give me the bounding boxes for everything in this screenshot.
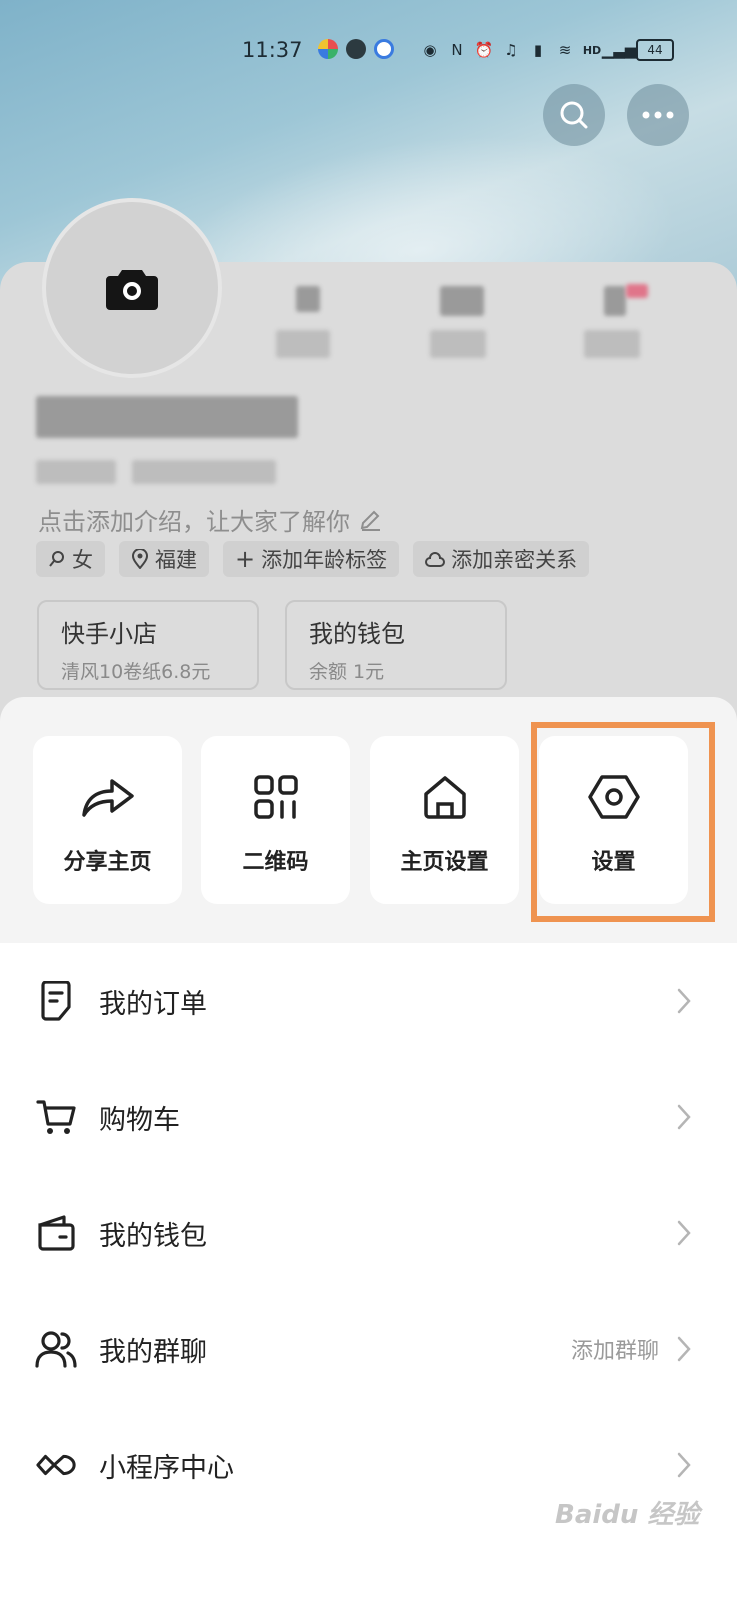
- chevron-right-icon: [677, 1335, 697, 1363]
- tag-label: 添加年龄标签: [261, 548, 388, 572]
- notification-icons: [318, 39, 394, 59]
- settings-highlight-box: [531, 722, 715, 922]
- status-bar: 11:37 ◉ N ⏰ ♫ ▮ ≋ HD ▁▃▅ 44: [0, 30, 737, 70]
- chevron-right-icon: [677, 987, 697, 1015]
- user-id-pixelated: [36, 460, 116, 484]
- username-pixelated: [36, 396, 298, 438]
- card-title: 快手小店: [61, 620, 157, 648]
- cart-icon: [35, 1096, 77, 1138]
- stat-count-pixelated: [440, 286, 484, 316]
- order-icon: [35, 980, 77, 1022]
- menu-item-wallet[interactable]: 我的钱包: [0, 1175, 737, 1291]
- card-subtitle: 清风10卷纸6.8元: [61, 661, 211, 683]
- menu-item-orders[interactable]: 我的订单: [0, 943, 737, 1059]
- chevron-right-icon: [677, 1451, 697, 1479]
- intro-text: 点击添加介绍，让大家了解你: [38, 508, 350, 536]
- add-intro-link[interactable]: 点击添加介绍，让大家了解你: [38, 502, 382, 537]
- mini-program-icon: [35, 1444, 77, 1486]
- qr-code-icon: [248, 772, 304, 822]
- wifi-icon: ≋: [558, 41, 572, 59]
- stat-label-pixelated: [276, 330, 330, 358]
- more-options-button[interactable]: [627, 84, 689, 146]
- share-icon: [80, 772, 136, 822]
- tag-label: 女: [72, 548, 93, 572]
- plus-icon: +: [235, 545, 256, 573]
- chevron-right-icon: [677, 1103, 697, 1131]
- home-icon: [417, 772, 473, 822]
- stat-count-pixelated: [296, 286, 320, 312]
- battery-level: 44: [647, 43, 663, 57]
- edit-pencil-icon: [360, 510, 380, 531]
- qr-code-button[interactable]: 二维码: [201, 736, 350, 904]
- alarm-icon: ⏰: [474, 41, 494, 59]
- app-notification-icon: [318, 39, 338, 59]
- location-icon: [131, 549, 149, 569]
- menu-label: 小程序中心: [99, 1452, 234, 1484]
- nfc-icon: N: [451, 41, 463, 59]
- menu-item-group-chat[interactable]: 我的群聊 添加群聊: [0, 1291, 737, 1407]
- gender-icon: [49, 551, 64, 567]
- home-settings-button[interactable]: 主页设置: [370, 736, 519, 904]
- relation-icon: [425, 552, 446, 567]
- stat-badge-pixelated: [626, 284, 648, 298]
- stat-count-pixelated: [604, 286, 626, 316]
- signal-icon: ▁▃▅: [601, 41, 637, 59]
- kuaishou-shop-card[interactable]: 快手小店 清风10卷纸6.8元: [37, 600, 259, 690]
- menu-item-cart[interactable]: 购物车: [0, 1059, 737, 1175]
- eye-icon: ◉: [423, 41, 437, 59]
- tag-location[interactable]: 福建: [119, 541, 209, 577]
- headphones-icon: ♫: [504, 41, 518, 59]
- more-icon: [642, 111, 674, 119]
- action-label: 分享主页: [63, 850, 152, 875]
- share-profile-button[interactable]: 分享主页: [33, 736, 182, 904]
- search-button[interactable]: [543, 84, 605, 146]
- tag-label: 添加亲密关系: [451, 548, 578, 572]
- menu-label: 我的群聊: [99, 1336, 207, 1368]
- group-chat-icon: [35, 1328, 77, 1370]
- wallet-icon: [35, 1212, 77, 1254]
- wallet-card[interactable]: 我的钱包 余额 1元: [285, 600, 507, 690]
- card-subtitle: 余额 1元: [309, 661, 385, 683]
- tag-add-relation[interactable]: 添加亲密关系: [413, 541, 590, 577]
- tag-add-age[interactable]: + 添加年龄标签: [223, 541, 400, 577]
- browser-icon: [374, 39, 394, 59]
- battery-small-icon: ▮: [533, 41, 543, 59]
- baidu-watermark: Baidu 经验: [555, 1500, 700, 1530]
- profile-tags: 女 福建 + 添加年龄标签 添加亲密关系: [36, 541, 590, 577]
- menu-label: 我的钱包: [99, 1220, 207, 1252]
- add-group-chat-link[interactable]: 添加群聊: [571, 1333, 659, 1365]
- card-title: 我的钱包: [309, 620, 405, 648]
- menu-label: 我的订单: [99, 988, 207, 1020]
- menu-list: 我的订单 购物车 我的钱包 我的群聊 添加群聊 小程序中心: [0, 943, 737, 1523]
- wechat-icon: [346, 39, 366, 59]
- system-status-icons: ◉ N ⏰ ♫ ▮ ≋ HD ▁▃▅ 44: [420, 39, 674, 61]
- camera-icon: [106, 270, 158, 310]
- battery-icon: 44: [636, 39, 674, 61]
- avatar[interactable]: [42, 198, 222, 378]
- menu-label: 购物车: [99, 1104, 180, 1136]
- action-label: 二维码: [242, 850, 309, 875]
- stat-label-pixelated: [584, 330, 640, 358]
- hd-icon: HD: [582, 43, 602, 57]
- status-time: 11:37: [242, 38, 303, 62]
- tag-gender[interactable]: 女: [36, 541, 105, 577]
- tag-label: 福建: [155, 548, 197, 572]
- stat-label-pixelated: [430, 330, 486, 358]
- user-id-pixelated: [132, 460, 276, 484]
- chevron-right-icon: [677, 1219, 697, 1247]
- search-icon: [560, 101, 588, 129]
- action-label: 主页设置: [400, 850, 489, 875]
